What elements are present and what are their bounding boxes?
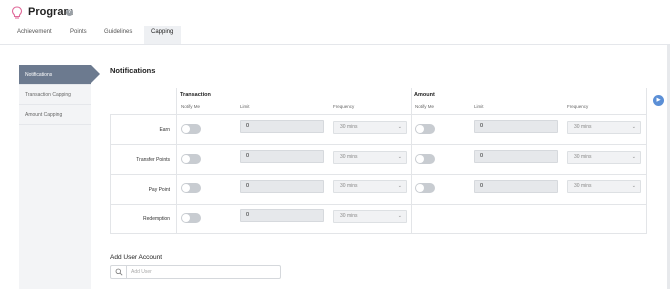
earn-amount-frequency-select[interactable]: 30 mins ⌄	[567, 121, 641, 134]
select-value: 30 mins	[340, 213, 358, 219]
chevron-down-icon: ⌄	[397, 213, 402, 219]
chevron-down-icon: ⌄	[631, 124, 636, 130]
tab-guidelines[interactable]: Guidelines	[104, 29, 132, 35]
grid-line	[176, 88, 177, 234]
earn-amount-limit-input[interactable]: 0	[474, 120, 558, 133]
main-panel	[0, 45, 667, 289]
transaction-group-title: Transaction	[180, 92, 211, 98]
search-separator	[126, 266, 127, 278]
chevron-down-icon: ⌄	[631, 183, 636, 189]
chevron-down-icon: ⌄	[397, 124, 402, 130]
tab-points[interactable]: Points	[70, 29, 87, 35]
chevron-down-icon: ⌄	[397, 183, 402, 189]
row-label-pay-point: Pay Point	[148, 187, 170, 193]
earn-amount-notify-toggle[interactable]	[415, 124, 435, 134]
select-value: 30 mins	[340, 124, 358, 130]
sidebar-item-transaction-capping[interactable]: Transaction Capping	[19, 85, 91, 105]
tab-bar: Achievement Points Guidelines Capping	[0, 26, 670, 44]
select-value: 30 mins	[340, 183, 358, 189]
tab-capping[interactable]: Capping	[151, 29, 173, 35]
earn-transaction-limit-input[interactable]: 0	[240, 120, 324, 133]
page-header: Program ? Achievement Points Guidelines …	[0, 0, 670, 44]
amount-limit-header: Limit	[474, 104, 484, 109]
tab-achievement[interactable]: Achievement	[17, 29, 52, 35]
select-value: 30 mins	[574, 124, 592, 130]
transaction-notify-header: Notify Me	[181, 104, 201, 109]
transfer-transaction-notify-toggle[interactable]	[181, 154, 201, 164]
transaction-frequency-header: Frequency	[333, 104, 355, 109]
amount-group-title: Amount	[414, 92, 435, 98]
transfer-transaction-frequency-select[interactable]: 30 mins ⌄	[333, 151, 407, 164]
floating-assistant-button[interactable]: ▶	[653, 95, 664, 106]
row-label-earn: Earn	[159, 127, 170, 133]
paypoint-amount-frequency-select[interactable]: 30 mins ⌄	[567, 180, 641, 193]
redemption-transaction-notify-toggle[interactable]	[181, 213, 201, 223]
select-value: 30 mins	[340, 154, 358, 160]
grid-line	[110, 233, 647, 234]
add-user-search[interactable]	[110, 265, 281, 279]
amount-frequency-header: Frequency	[567, 104, 589, 109]
transfer-amount-frequency-select[interactable]: 30 mins ⌄	[567, 151, 641, 164]
row-label-redemption: Redemption	[143, 216, 170, 222]
add-user-title: Add User Account	[110, 254, 163, 261]
chevron-down-icon: ⌄	[631, 154, 636, 160]
transfer-amount-notify-toggle[interactable]	[415, 154, 435, 164]
grid-line	[110, 174, 647, 175]
grid-line	[411, 88, 412, 234]
paypoint-transaction-notify-toggle[interactable]	[181, 183, 201, 193]
grid-line	[110, 114, 647, 115]
help-icon[interactable]: ?	[66, 9, 73, 16]
grid-line	[110, 144, 647, 145]
grid-line	[110, 204, 647, 205]
paypoint-transaction-limit-input[interactable]: 0	[240, 180, 324, 193]
amount-notify-header: Notify Me	[415, 104, 435, 109]
sidebar-active-arrow	[91, 65, 100, 83]
paypoint-amount-limit-input[interactable]: 0	[474, 180, 558, 193]
select-value: 30 mins	[574, 154, 592, 160]
earn-transaction-frequency-select[interactable]: 30 mins ⌄	[333, 121, 407, 134]
grid-line	[646, 88, 647, 234]
section-title: Notifications	[110, 66, 156, 75]
transfer-amount-limit-input[interactable]: 0	[474, 150, 558, 163]
redemption-transaction-frequency-select[interactable]: 30 mins ⌄	[333, 210, 407, 223]
select-value: 30 mins	[574, 183, 592, 189]
capping-sidebar: Notifications Transaction Capping Amount…	[19, 65, 91, 289]
paypoint-amount-notify-toggle[interactable]	[415, 183, 435, 193]
earn-transaction-notify-toggle[interactable]	[181, 124, 201, 134]
row-label-transfer-points: Transfer Points	[136, 157, 170, 163]
add-user-input[interactable]	[131, 266, 276, 278]
redemption-transaction-limit-input[interactable]: 0	[240, 209, 324, 222]
chevron-down-icon: ⌄	[397, 154, 402, 160]
search-icon	[115, 268, 123, 276]
sidebar-item-amount-capping[interactable]: Amount Capping	[19, 105, 91, 125]
transaction-limit-header: Limit	[240, 104, 250, 109]
lightbulb-icon	[11, 6, 23, 19]
transfer-transaction-limit-input[interactable]: 0	[240, 150, 324, 163]
sidebar-item-notifications[interactable]: Notifications	[19, 65, 91, 85]
paypoint-transaction-frequency-select[interactable]: 30 mins ⌄	[333, 180, 407, 193]
